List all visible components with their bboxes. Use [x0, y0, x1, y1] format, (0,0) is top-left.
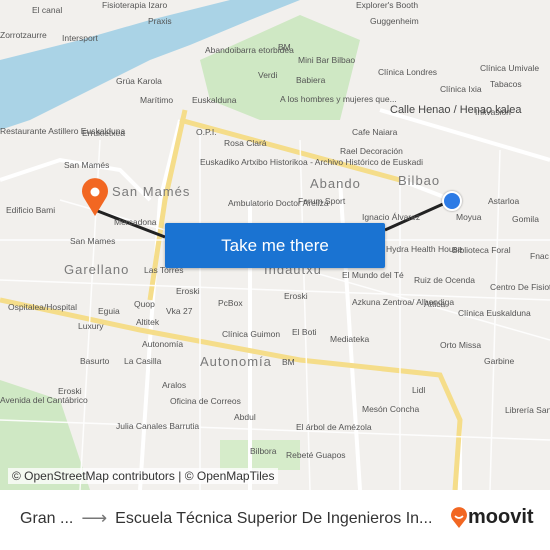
- map-label: Eroski: [176, 286, 200, 296]
- map-label: Verdi: [258, 70, 278, 80]
- map-label: Altitek: [136, 317, 160, 327]
- map-label: O.P.I.: [196, 127, 217, 137]
- map-label: San Mames: [70, 236, 116, 246]
- map-label: Biblioteca Foral: [452, 245, 511, 255]
- map-label: Errukietxea: [82, 128, 125, 138]
- map-label: Explorer's Booth: [356, 0, 419, 10]
- map-label: Rebeté Guapos: [286, 450, 346, 460]
- map-label: Clínica Euskalduna: [458, 308, 531, 318]
- map-label: Calle Henao / Henao kalea: [390, 104, 522, 116]
- map-label: San Mamés: [112, 184, 191, 199]
- origin-marker-icon[interactable]: [82, 178, 108, 216]
- map-label: El Boti: [292, 327, 317, 337]
- map-label: Bilbora: [250, 446, 277, 456]
- arrow-right-icon: ⟶: [81, 508, 108, 528]
- map-label: Guggenheim: [370, 16, 419, 26]
- map-label: La Casilla: [124, 356, 162, 366]
- map-label: San Mamés: [64, 160, 110, 170]
- map-label: Clínica Umivale: [480, 63, 540, 73]
- map-label: Mediateka: [330, 334, 370, 344]
- map-label: Mesón Concha: [362, 404, 420, 414]
- map-attribution[interactable]: © OpenStreetMap contributors | © OpenMap…: [8, 468, 279, 484]
- map-label: Bilbao: [398, 173, 441, 188]
- map-label: Gomila: [512, 214, 539, 224]
- map-label: Praxis: [148, 16, 172, 26]
- map-label: Centro De Fisioterapia: [490, 282, 550, 292]
- map-label: Abando: [310, 176, 361, 191]
- map-label: Luxury: [78, 321, 104, 331]
- map-label: Intersport: [62, 33, 98, 43]
- map-label: Forum Sport: [298, 196, 346, 206]
- map-label: Orto Missa: [440, 340, 482, 350]
- map-label: Eguia: [98, 306, 120, 316]
- map-label: El árbol de Amézola: [296, 422, 372, 432]
- map-label: Attica: [424, 299, 446, 309]
- map-label: BM: [278, 42, 291, 52]
- destination-marker-icon[interactable]: [442, 191, 462, 211]
- map-label: Edificio Bami: [6, 205, 56, 215]
- map-label: Zorrotzaurre: [0, 30, 47, 40]
- moovit-pin-icon: [451, 506, 467, 528]
- map-label: Quop: [134, 299, 155, 309]
- map-label: Aralos: [162, 380, 187, 390]
- moovit-logo: moovit: [450, 506, 534, 529]
- map-label: PcBox: [218, 298, 243, 308]
- map-label: Clínica Guimon: [222, 329, 281, 339]
- map-label: Ignacio Álvarez: [362, 212, 421, 222]
- map-label: BM: [282, 357, 295, 367]
- map-label: Rael Decoración: [340, 146, 403, 156]
- destination-name: Escuela Técnica Superior De Ingenieros I…: [115, 509, 433, 527]
- map-label: Euskalduna: [192, 95, 237, 105]
- map-label: Avenida del Cantábrico: [0, 395, 88, 405]
- map-label: Fnac: [530, 251, 549, 261]
- map-label: Grúa Karola: [116, 76, 162, 86]
- map-label: Vka 27: [166, 306, 193, 316]
- map-label: El Mundo del Té: [342, 270, 404, 280]
- map-label: El canal: [32, 5, 63, 15]
- route-summary: Gran ... ⟶ Escuela Técnica Superior De I…: [20, 508, 432, 529]
- map-label: Garellano: [64, 262, 130, 277]
- map-label: Ruiz de Ocenda: [414, 275, 475, 285]
- map-label: Fisioterapia Izaro: [102, 0, 168, 10]
- map-label: Mini Bar Bilbao: [298, 55, 356, 65]
- map-label: A los hombres y mujeres que...: [280, 94, 397, 104]
- map-label: Basurto: [80, 356, 110, 366]
- map-label: Euskadiko Artxibo Historikoa - Archivo H…: [200, 157, 423, 167]
- map-label: Moyua: [456, 212, 482, 222]
- map-label: Tabacos: [490, 79, 522, 89]
- map-label: Eroski: [284, 291, 308, 301]
- map-label: Autonomía: [142, 339, 184, 349]
- map-label: Abdul: [234, 412, 256, 422]
- map-label: Babiera: [296, 75, 326, 85]
- map-label: Garbine: [484, 356, 515, 366]
- map-label: Clínica Ixia: [440, 84, 482, 94]
- map-label: Librería San Francisco Impr: [505, 405, 550, 415]
- map-label: Autonomía: [200, 354, 272, 369]
- map-label: Oficina de Correos: [170, 396, 241, 406]
- map-label: Marítimo: [140, 95, 174, 105]
- map-label: Rosa Clará: [224, 138, 267, 148]
- origin-name: Gran ...: [20, 509, 74, 527]
- map[interactable]: El canal Fisioterapia Izaro Praxis Zorrotza…: [0, 0, 550, 490]
- map-label: Mercadona: [114, 217, 157, 227]
- map-label: Julia Canales Barrutia: [116, 421, 200, 431]
- map-label: Ospitalea/Hospital: [8, 302, 77, 312]
- brand-name: moovit: [468, 506, 534, 528]
- take-me-there-button[interactable]: Take me there: [165, 223, 385, 268]
- map-label: Clínica Londres: [378, 67, 438, 77]
- map-label: Lidl: [412, 385, 426, 395]
- map-label: Cafe Naiara: [352, 127, 398, 137]
- map-label: Astarloa: [488, 196, 520, 206]
